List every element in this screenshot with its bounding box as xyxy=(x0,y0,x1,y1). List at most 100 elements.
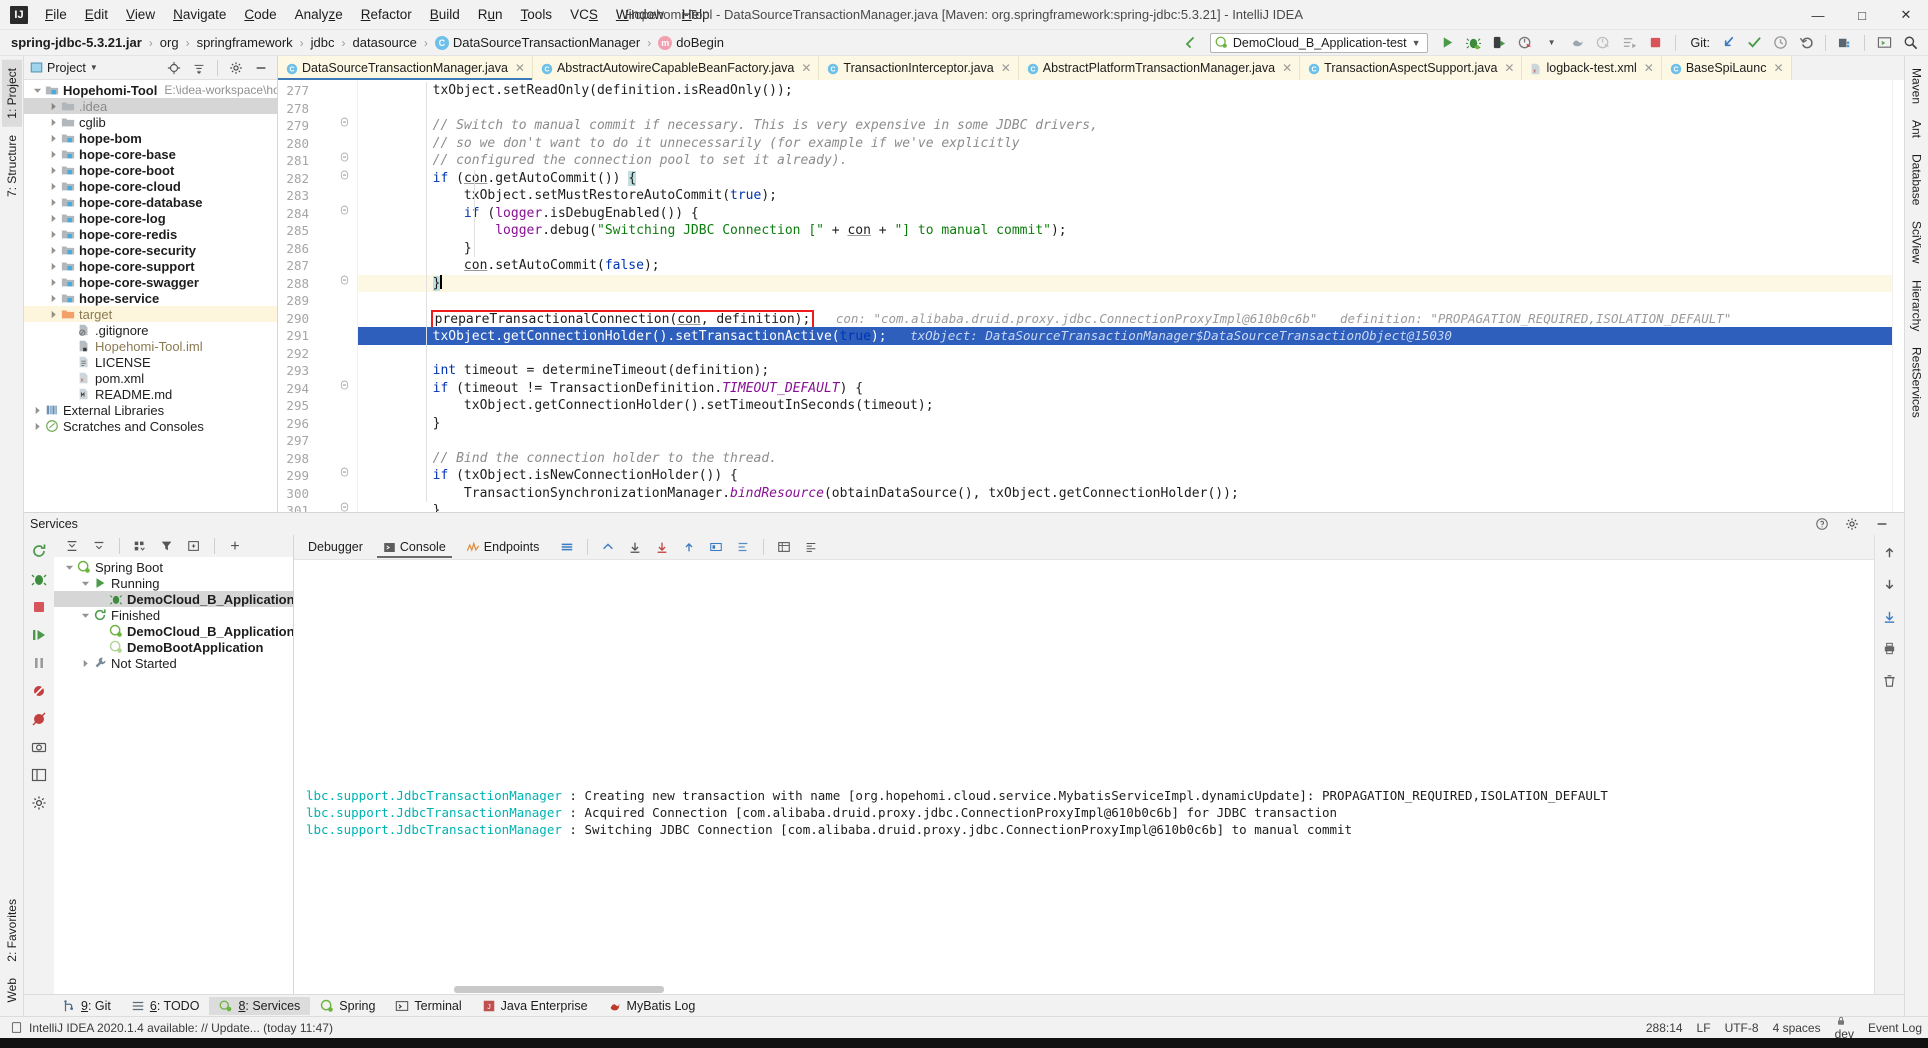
fold-marker-icon[interactable] xyxy=(340,170,350,181)
expand-all-icon[interactable] xyxy=(60,535,84,557)
breadcrumb-item-springframework[interactable]: springframework xyxy=(194,33,296,52)
tree-row[interactable]: hope-core-redis xyxy=(24,226,277,242)
debug-button[interactable] xyxy=(1462,32,1486,54)
stop-icon[interactable] xyxy=(27,595,51,619)
code-line[interactable]: TransactionSynchronizationManager.bindRe… xyxy=(358,485,1904,503)
tree-row[interactable]: hope-service xyxy=(24,290,277,306)
filter-icon[interactable] xyxy=(155,535,179,557)
code-line[interactable] xyxy=(358,432,1904,450)
close-icon[interactable]: ✕ xyxy=(515,61,525,75)
tool-window-button[interactable]: 9: Git xyxy=(52,997,121,1015)
tree-row[interactable]: hope-core-log xyxy=(24,210,277,226)
editor-tab[interactable]: C BaseSpiLaunc ✕ xyxy=(1661,56,1792,80)
tool-window-button[interactable]: MyBatis Log xyxy=(598,997,706,1015)
code-line[interactable]: txObject.setMustRestoreAutoCommit(true); xyxy=(358,187,1904,205)
caret-position[interactable]: 288:14 xyxy=(1646,1021,1683,1035)
tree-row[interactable]: hope-core-cloud xyxy=(24,178,277,194)
tree-row[interactable]: .gitignore xyxy=(24,322,277,338)
settings-icon[interactable] xyxy=(27,791,51,815)
code-line[interactable]: // so we don't want to do it unnecessari… xyxy=(358,135,1904,153)
run-button[interactable] xyxy=(1436,32,1460,54)
close-icon[interactable]: ✕ xyxy=(801,61,811,75)
code-editor[interactable]: 277 278 279 280 281 282 283 284 285 286 287 288 289 2… xyxy=(278,80,1904,512)
group-icon[interactable] xyxy=(128,535,152,557)
code-line[interactable]: } xyxy=(358,240,1904,258)
sidebar-item-web[interactable]: Web xyxy=(2,970,22,1010)
code-line[interactable]: } xyxy=(358,502,1904,512)
menu-code[interactable]: Code xyxy=(235,3,285,26)
tree-expander-icon[interactable] xyxy=(78,659,92,668)
status-message[interactable]: IntelliJ IDEA 2020.1.4 available: // Upd… xyxy=(29,1021,333,1035)
tree-row[interactable]: .idea xyxy=(24,98,277,114)
tree-expander-icon[interactable] xyxy=(46,134,60,143)
help-icon[interactable] xyxy=(1810,513,1834,535)
close-icon[interactable]: ✕ xyxy=(1504,61,1514,75)
editor-code[interactable]: txObject.setReadOnly(definition.isReadOn… xyxy=(358,80,1904,512)
tree-expander-icon[interactable] xyxy=(30,422,44,431)
rerun-script-icon[interactable] xyxy=(731,536,755,558)
code-line[interactable]: if (con.getAutoCommit()) { xyxy=(358,170,1904,188)
tree-expander-icon[interactable] xyxy=(78,579,92,588)
hide-icon[interactable] xyxy=(1870,513,1894,535)
close-icon[interactable]: ✕ xyxy=(1282,61,1292,75)
code-line[interactable]: if (txObject.isNewConnectionHolder()) { xyxy=(358,467,1904,485)
menu-window[interactable]: Window xyxy=(607,3,673,26)
tool-window-button[interactable]: 8: Services xyxy=(209,996,311,1015)
menu-vcs[interactable]: VCS xyxy=(561,3,607,26)
code-line[interactable]: // configured the connection pool to set… xyxy=(358,152,1904,170)
resume-icon[interactable] xyxy=(27,623,51,647)
run-to-cursor-button[interactable] xyxy=(1488,32,1512,54)
code-line[interactable] xyxy=(358,292,1904,310)
scroll-down-icon[interactable] xyxy=(1878,573,1902,595)
tree-expander-icon[interactable] xyxy=(46,310,60,319)
tree-expander-icon[interactable] xyxy=(46,262,60,271)
terminal-toolbar-button[interactable] xyxy=(1872,32,1896,54)
close-icon[interactable]: ✕ xyxy=(1644,61,1654,75)
tool-window-button[interactable]: J Java Enterprise xyxy=(472,997,598,1015)
tab-console[interactable]: Console xyxy=(373,537,456,558)
services-tree-row[interactable]: Spring Boot xyxy=(54,559,293,575)
tree-row[interactable]: x pom.xml xyxy=(24,370,277,386)
tree-row[interactable]: LICENSE xyxy=(24,354,277,370)
project-structure-button[interactable] xyxy=(1833,32,1857,54)
run-with-coverage-button[interactable] xyxy=(1514,32,1538,54)
tree-expander-icon[interactable] xyxy=(46,166,60,175)
services-tree-row[interactable]: Running xyxy=(54,575,293,591)
trash-icon[interactable] xyxy=(1878,669,1902,691)
tab-endpoints[interactable]: Endpoints xyxy=(456,537,550,557)
tree-expander-icon[interactable] xyxy=(46,102,60,111)
breadcrumb-item-datasource[interactable]: datasource xyxy=(350,33,420,52)
scroll-up-icon[interactable] xyxy=(596,536,620,558)
tree-expander-icon[interactable] xyxy=(46,150,60,159)
fold-marker-icon[interactable] xyxy=(340,152,350,163)
print-icon[interactable] xyxy=(1878,637,1902,659)
services-tree-row[interactable]: DemoCloud_B_Application-test:111 xyxy=(54,591,293,607)
add-tab-icon[interactable] xyxy=(182,535,206,557)
minimize-button[interactable]: — xyxy=(1796,0,1840,30)
editor-tab[interactable]: C DataSourceTransactionManager.java ✕ xyxy=(278,56,533,80)
collapse-all-icon[interactable] xyxy=(187,57,211,79)
line-separator[interactable]: LF xyxy=(1697,1021,1711,1035)
menu-analyze[interactable]: Analyze xyxy=(286,3,352,26)
tree-row[interactable]: Hopehomi-Tool.iml xyxy=(24,338,277,354)
services-tree-row[interactable]: DemoBootApplication xyxy=(54,639,293,655)
tab-debugger[interactable]: Debugger xyxy=(298,537,373,557)
debug-icon[interactable] xyxy=(27,567,51,591)
grid-icon[interactable] xyxy=(772,536,796,558)
tree-expander-icon[interactable] xyxy=(46,182,60,191)
profile-button[interactable] xyxy=(1566,32,1590,54)
sidebar-item-restservices[interactable]: RestServices xyxy=(1907,339,1927,426)
code-line[interactable]: txObject.setReadOnly(definition.isReadOn… xyxy=(358,82,1904,100)
tree-expander-icon[interactable] xyxy=(46,214,60,223)
tree-row[interactable]: hope-core-security xyxy=(24,242,277,258)
tree-expander-icon[interactable] xyxy=(46,230,60,239)
upload-icon[interactable] xyxy=(677,536,701,558)
back-arrow-icon[interactable] xyxy=(1178,32,1202,54)
code-line[interactable]: int timeout = determineTimeout(definitio… xyxy=(358,362,1904,380)
tree-row[interactable]: cglib xyxy=(24,114,277,130)
tree-row[interactable]: hope-core-swagger xyxy=(24,274,277,290)
tree-expander-icon[interactable] xyxy=(30,406,44,415)
menu-edit[interactable]: Edit xyxy=(76,3,117,26)
tool-window-bar[interactable]: 9: Git 6: TODO 8: Services Spring Terminal J J… xyxy=(24,994,1904,1016)
chevron-down-icon[interactable]: ▼ xyxy=(90,63,98,72)
